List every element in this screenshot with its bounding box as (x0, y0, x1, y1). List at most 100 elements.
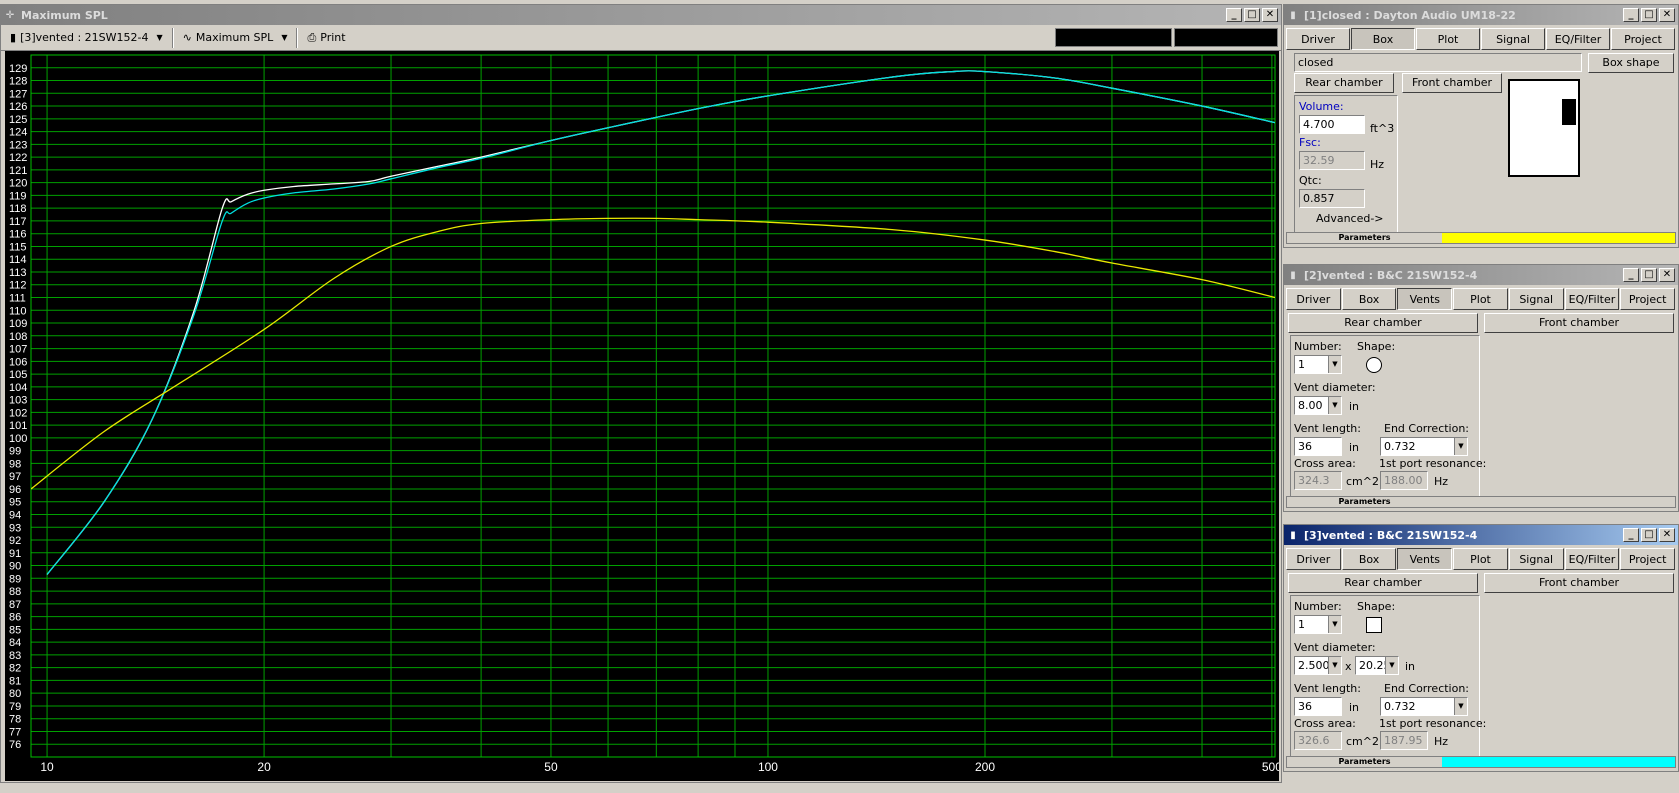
front-chamber-button[interactable]: Front chamber (1402, 73, 1502, 93)
y-tick-label: 95 (9, 497, 21, 509)
chart-titlebar[interactable]: ✛ Maximum SPL _ □ ✕ (1, 5, 1281, 25)
y-tick-label: 121 (9, 165, 27, 177)
tab-driver[interactable]: Driver (1286, 28, 1350, 50)
close-button[interactable]: ✕ (1659, 528, 1675, 542)
qtc-field: 0.857 (1299, 189, 1365, 208)
vent-width-select[interactable]: 2.500 ▼ (1294, 656, 1342, 675)
tab-eq-filter[interactable]: EQ/Filter (1546, 28, 1610, 50)
qtc-label: Qtc: (1299, 174, 1322, 187)
minimize-button[interactable]: _ (1623, 528, 1639, 542)
vent-length-input[interactable]: 36 (1294, 697, 1342, 716)
y-tick-label: 100 (9, 433, 27, 445)
number-select[interactable]: 1 ▼ (1294, 615, 1342, 634)
readout-box-2 (1174, 28, 1278, 47)
port-resonance-unit: Hz (1434, 475, 1449, 488)
spl-plot[interactable]: 7677787980818283848586878889909192939495… (5, 51, 1279, 781)
parameters-strip: Parameters (1286, 496, 1676, 508)
y-tick-label: 81 (9, 675, 21, 687)
tab-eq-filter[interactable]: EQ/Filter (1564, 548, 1620, 570)
tab-plot[interactable]: Plot (1453, 548, 1508, 570)
plot-frame (30, 54, 1276, 758)
close-button[interactable]: ✕ (1659, 268, 1675, 282)
y-tick-label: 129 (9, 63, 27, 75)
number-select[interactable]: 1 ▼ (1294, 355, 1342, 374)
tab-signal[interactable]: Signal (1508, 288, 1564, 310)
parameters-label: Parameters (1287, 497, 1442, 507)
graph-select[interactable]: ∿ Maximum SPL ▼ (178, 27, 293, 49)
chevron-down-icon: ▼ (1454, 698, 1467, 715)
close-button[interactable]: ✕ (1659, 8, 1675, 22)
advanced-button[interactable]: Advanced-> (1316, 212, 1384, 225)
x-tick-label: 50 (544, 760, 558, 774)
minimize-button[interactable]: _ (1623, 268, 1639, 282)
panel3-titlebar[interactable]: ▮ [3]vented : B&C 21SW152-4 _ □ ✕ (1284, 525, 1678, 545)
y-tick-label: 98 (9, 458, 21, 470)
maximize-button[interactable]: □ (1244, 8, 1260, 22)
y-tick-label: 128 (9, 76, 27, 88)
tab-signal[interactable]: Signal (1508, 548, 1564, 570)
driver-select[interactable]: ▮ [3]vented : 21SW152-4 ▼ (5, 27, 168, 49)
chevron-down-icon: ▼ (1328, 356, 1341, 373)
vent-height-select[interactable]: 20.25 ▼ (1355, 656, 1399, 675)
panel3-tabs: Driver Box Vents Plot Signal EQ/Filter Project (1286, 548, 1676, 570)
chevron-down-icon: ▼ (156, 33, 163, 42)
tab-box[interactable]: Box (1341, 548, 1397, 570)
rear-chamber-button[interactable]: Rear chamber (1294, 73, 1394, 93)
y-tick-label: 119 (9, 190, 27, 202)
y-tick-label: 117 (9, 216, 27, 228)
maximize-button[interactable]: □ (1641, 8, 1657, 22)
tab-box[interactable]: Box (1351, 28, 1415, 50)
shape-label: Shape: (1357, 340, 1396, 353)
x-tick-label: 20 (257, 760, 271, 774)
vent-length-input[interactable]: 36 (1294, 437, 1342, 456)
tab-project[interactable]: Project (1620, 288, 1676, 310)
tab-signal[interactable]: Signal (1481, 28, 1545, 50)
minimize-button[interactable]: _ (1226, 8, 1242, 22)
vent-diameter-select[interactable]: 8.00 ▼ (1294, 396, 1342, 415)
panel2-titlebar[interactable]: ▮ [2]vented : B&C 21SW152-4 _ □ ✕ (1284, 265, 1678, 285)
number-value: 1 (1298, 358, 1305, 371)
rear-chamber-button[interactable]: Rear chamber (1288, 313, 1478, 333)
box-shape-button[interactable]: Box shape (1588, 53, 1674, 73)
y-tick-label: 116 (9, 229, 27, 241)
print-label: Print (320, 31, 346, 44)
tab-driver[interactable]: Driver (1286, 288, 1341, 310)
speaker-icon: ▮ (1290, 529, 1296, 541)
end-correction-select[interactable]: 0.732 ▼ (1380, 437, 1468, 456)
chevron-down-icon: ▼ (1328, 616, 1341, 633)
tab-project[interactable]: Project (1620, 548, 1676, 570)
y-tick-label: 76 (9, 739, 21, 751)
tab-driver[interactable]: Driver (1286, 548, 1341, 570)
maximize-button[interactable]: □ (1641, 528, 1657, 542)
end-correction-select[interactable]: 0.732 ▼ (1380, 697, 1468, 716)
curve-color-indicator (1442, 497, 1675, 507)
length-unit: in (1349, 441, 1360, 454)
front-chamber-button[interactable]: Front chamber (1484, 313, 1674, 333)
tab-box[interactable]: Box (1341, 288, 1397, 310)
y-tick-label: 99 (9, 446, 21, 458)
fsc-unit: Hz (1370, 158, 1385, 171)
rear-chamber-button[interactable]: Rear chamber (1288, 573, 1478, 593)
port-resonance-label: 1st port resonance: (1379, 457, 1487, 470)
volume-input[interactable]: 4.700 (1299, 115, 1365, 134)
y-tick-label: 118 (9, 203, 27, 215)
square-shape-icon[interactable] (1366, 617, 1382, 633)
round-shape-icon[interactable] (1366, 357, 1382, 373)
tab-project[interactable]: Project (1611, 28, 1675, 50)
tab-plot[interactable]: Plot (1416, 28, 1480, 50)
front-chamber-button[interactable]: Front chamber (1484, 573, 1674, 593)
panel1-titlebar[interactable]: ▮ [1]closed : Dayton Audio UM18-22 _ □ ✕ (1284, 5, 1678, 25)
close-button[interactable]: ✕ (1262, 8, 1278, 22)
x-tick-label: 200 (975, 760, 995, 774)
number-value: 1 (1298, 618, 1305, 631)
tab-plot[interactable]: Plot (1453, 288, 1508, 310)
tab-vents[interactable]: Vents (1397, 288, 1453, 310)
speaker-icon: ▮ (1290, 269, 1296, 281)
port-resonance-field: 187.95 (1380, 731, 1428, 750)
tab-vents[interactable]: Vents (1397, 548, 1453, 570)
panel2-title: [2]vented : B&C 21SW152-4 (1304, 268, 1478, 282)
minimize-button[interactable]: _ (1623, 8, 1639, 22)
print-button[interactable]: ⎙ Print (302, 27, 350, 49)
maximize-button[interactable]: □ (1641, 268, 1657, 282)
tab-eq-filter[interactable]: EQ/Filter (1564, 288, 1620, 310)
